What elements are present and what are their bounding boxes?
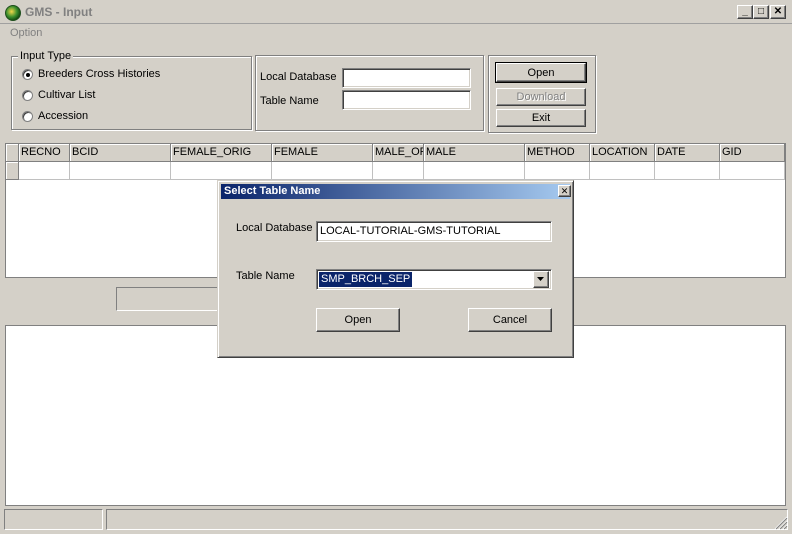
column-header-male-orig[interactable]: MALE_ORIG bbox=[373, 144, 424, 162]
column-header-method[interactable]: METHOD bbox=[525, 144, 590, 162]
grid-cell[interactable] bbox=[590, 162, 655, 180]
exit-button[interactable]: Exit bbox=[496, 109, 586, 127]
grid-cell[interactable] bbox=[19, 162, 70, 180]
download-button[interactable]: Download bbox=[496, 88, 586, 106]
dialog-table-name-select[interactable]: SMP_BRCH_SEP bbox=[316, 269, 552, 290]
dialog-close-button[interactable]: ✕ bbox=[558, 185, 571, 197]
column-header-date[interactable]: DATE bbox=[655, 144, 720, 162]
column-header-female-orig[interactable]: FEMALE_ORIG bbox=[171, 144, 272, 162]
resize-grip-icon[interactable] bbox=[774, 516, 788, 530]
menu-option[interactable]: Option bbox=[10, 27, 42, 39]
open-button[interactable]: Open bbox=[495, 62, 587, 83]
window-title: GMS - Input bbox=[25, 5, 93, 19]
grid-cell[interactable] bbox=[720, 162, 785, 180]
local-database-input[interactable] bbox=[342, 68, 471, 88]
app-icon bbox=[5, 5, 21, 21]
table-name-label: Table Name bbox=[260, 95, 319, 107]
grid-cell[interactable] bbox=[655, 162, 720, 180]
dialog-table-name-label: Table Name bbox=[236, 270, 295, 282]
table-name-input[interactable] bbox=[342, 90, 471, 110]
dropdown-button[interactable] bbox=[533, 271, 549, 288]
radio-label: Accession bbox=[38, 110, 89, 122]
dialog-local-database-label: Local Database bbox=[236, 222, 313, 234]
close-icon: ✕ bbox=[773, 6, 783, 17]
exit-button-label: Exit bbox=[531, 112, 551, 124]
minimize-icon: _ bbox=[742, 6, 748, 17]
chevron-down-icon bbox=[537, 277, 544, 281]
dialog-open-button-label: Open bbox=[344, 314, 372, 326]
download-button-label: Download bbox=[516, 91, 566, 103]
input-type-label: Input Type bbox=[18, 50, 74, 62]
local-database-label: Local Database bbox=[260, 71, 337, 83]
select-table-dialog: Select Table Name ✕ Local Database LOCAL… bbox=[217, 180, 574, 358]
open-button-label: Open bbox=[527, 66, 555, 79]
radio-label: Breeders Cross Histories bbox=[38, 68, 161, 80]
grid-cell[interactable] bbox=[171, 162, 272, 180]
close-button[interactable]: ✕ bbox=[770, 5, 786, 19]
column-header-recno[interactable]: RECNO bbox=[19, 144, 70, 162]
radio-breeders-cross-histories[interactable]: Breeders Cross Histories bbox=[22, 68, 242, 82]
row-header-corner bbox=[6, 144, 19, 162]
grid-cell[interactable] bbox=[70, 162, 171, 180]
column-header-female[interactable]: FEMALE bbox=[272, 144, 373, 162]
radio-button[interactable] bbox=[22, 111, 33, 122]
minimize-button[interactable]: _ bbox=[737, 5, 753, 19]
title-bar[interactable]: GMS - Input _ □ ✕ bbox=[0, 0, 792, 24]
dialog-title: Select Table Name bbox=[224, 185, 321, 197]
radio-button[interactable] bbox=[22, 90, 33, 101]
close-icon: ✕ bbox=[560, 186, 569, 196]
radio-button[interactable] bbox=[22, 69, 33, 80]
maximize-icon: □ bbox=[757, 6, 765, 17]
dialog-local-database-value: LOCAL-TUTORIAL-GMS-TUTORIAL bbox=[320, 225, 501, 237]
radio-label: Cultivar List bbox=[38, 89, 96, 101]
dialog-title-bar[interactable]: Select Table Name ✕ bbox=[221, 184, 571, 199]
column-header-bcid[interactable]: BCID bbox=[70, 144, 171, 162]
dialog-cancel-button[interactable]: Cancel bbox=[468, 308, 552, 332]
radio-accession[interactable]: Accession bbox=[22, 110, 242, 124]
grid-cell[interactable] bbox=[373, 162, 424, 180]
maximize-button[interactable]: □ bbox=[753, 5, 769, 19]
column-header-gid[interactable]: GID bbox=[720, 144, 785, 162]
column-header-male[interactable]: MALE bbox=[424, 144, 525, 162]
column-header-location[interactable]: LOCATION bbox=[590, 144, 655, 162]
grid-cell[interactable] bbox=[525, 162, 590, 180]
status-pane-1 bbox=[4, 509, 103, 530]
dialog-local-database-input[interactable]: LOCAL-TUTORIAL-GMS-TUTORIAL bbox=[316, 221, 552, 242]
dialog-table-name-value: SMP_BRCH_SEP bbox=[317, 271, 414, 288]
dialog-open-button[interactable]: Open bbox=[316, 308, 400, 332]
radio-cultivar-list[interactable]: Cultivar List bbox=[22, 89, 242, 103]
row-header[interactable] bbox=[6, 162, 19, 180]
dialog-cancel-button-label: Cancel bbox=[492, 314, 528, 326]
status-pane-2 bbox=[106, 509, 788, 530]
grid-cell[interactable] bbox=[424, 162, 525, 180]
grid-cell[interactable] bbox=[272, 162, 373, 180]
